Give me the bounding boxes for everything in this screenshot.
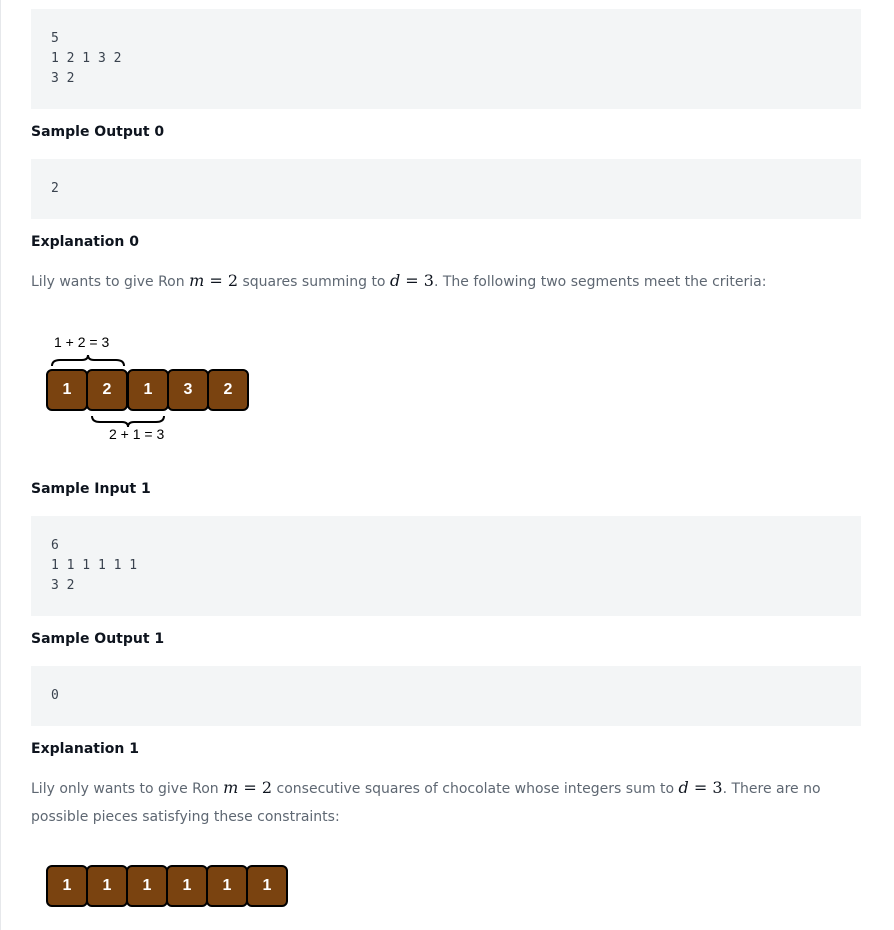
math-m-expression: m = 2: [189, 271, 238, 290]
math-d-expression: d = 3: [679, 778, 723, 797]
text: . The following two segments meet the cr…: [433, 274, 767, 290]
code-line: 2: [51, 181, 59, 196]
chocolate-square: 1: [126, 865, 168, 907]
sample-output-1-code: 0: [31, 666, 861, 726]
math-d-expression: d = 3: [390, 271, 434, 290]
sample-input-1-code: 6 1 1 1 1 1 1 3 2: [31, 516, 861, 616]
text: squares summing to: [238, 274, 390, 290]
explanation-1-text: Lily only wants to give Ron m = 2 consec…: [31, 774, 851, 831]
explanation-1-heading: Explanation 1: [31, 741, 139, 757]
sample-input-0-code: 5 1 2 1 3 2 3 2: [31, 9, 861, 109]
math-var: d: [678, 778, 689, 797]
text: Lily only wants to give Ron: [31, 781, 224, 797]
content-left-border: [0, 0, 1, 930]
explanation-0-text: Lily wants to give Ron m = 2 squares sum…: [31, 267, 851, 296]
text: consecutive squares of chocolate whose i…: [272, 781, 679, 797]
math-value: = 3: [688, 778, 723, 797]
math-value: = 2: [238, 778, 273, 797]
sample-output-0-heading: Sample Output 0: [31, 124, 165, 140]
chocolate-square: 1: [206, 865, 248, 907]
explanation-0-heading: Explanation 0: [31, 234, 139, 250]
sample-output-0-code: 2: [31, 159, 861, 219]
code-line: 6: [51, 538, 59, 553]
math-m-expression: m = 2: [223, 778, 272, 797]
math-value: = 2: [204, 271, 239, 290]
top-brace: [51, 354, 125, 367]
chocolate-square: 1: [246, 865, 288, 907]
sample-input-1-heading: Sample Input 1: [31, 481, 151, 497]
chocolate-square: 1: [46, 865, 88, 907]
code-line: 0: [51, 688, 59, 703]
chocolate-square: 1: [166, 865, 208, 907]
explanation-1-diagram: 1 1 1 1 1 1: [44, 865, 294, 909]
chocolate-square: 1: [127, 369, 169, 411]
chocolate-square: 2: [86, 369, 128, 411]
chocolate-square: 3: [167, 369, 209, 411]
math-var: m: [189, 271, 205, 290]
code-line: 3 2: [51, 578, 75, 593]
bottom-segment-label: 2 + 1 = 3: [109, 426, 165, 442]
sample-output-1-heading: Sample Output 1: [31, 631, 165, 647]
code-line: 5: [51, 31, 59, 46]
math-var: d: [389, 271, 401, 290]
explanation-0-diagram: 1 + 2 = 3 1 2 1 3 2 2 + 1 = 3: [44, 330, 254, 445]
chocolate-square: 1: [46, 369, 88, 411]
math-var: m: [223, 778, 239, 797]
text: Lily wants to give Ron: [31, 274, 190, 290]
code-line: 1 1 1 1 1 1: [51, 558, 138, 573]
code-line: 3 2: [51, 71, 75, 86]
math-value: = 3: [400, 271, 434, 290]
code-line: 1 2 1 3 2: [51, 51, 122, 66]
chocolate-square: 2: [207, 369, 249, 411]
chocolate-square: 1: [86, 865, 128, 907]
